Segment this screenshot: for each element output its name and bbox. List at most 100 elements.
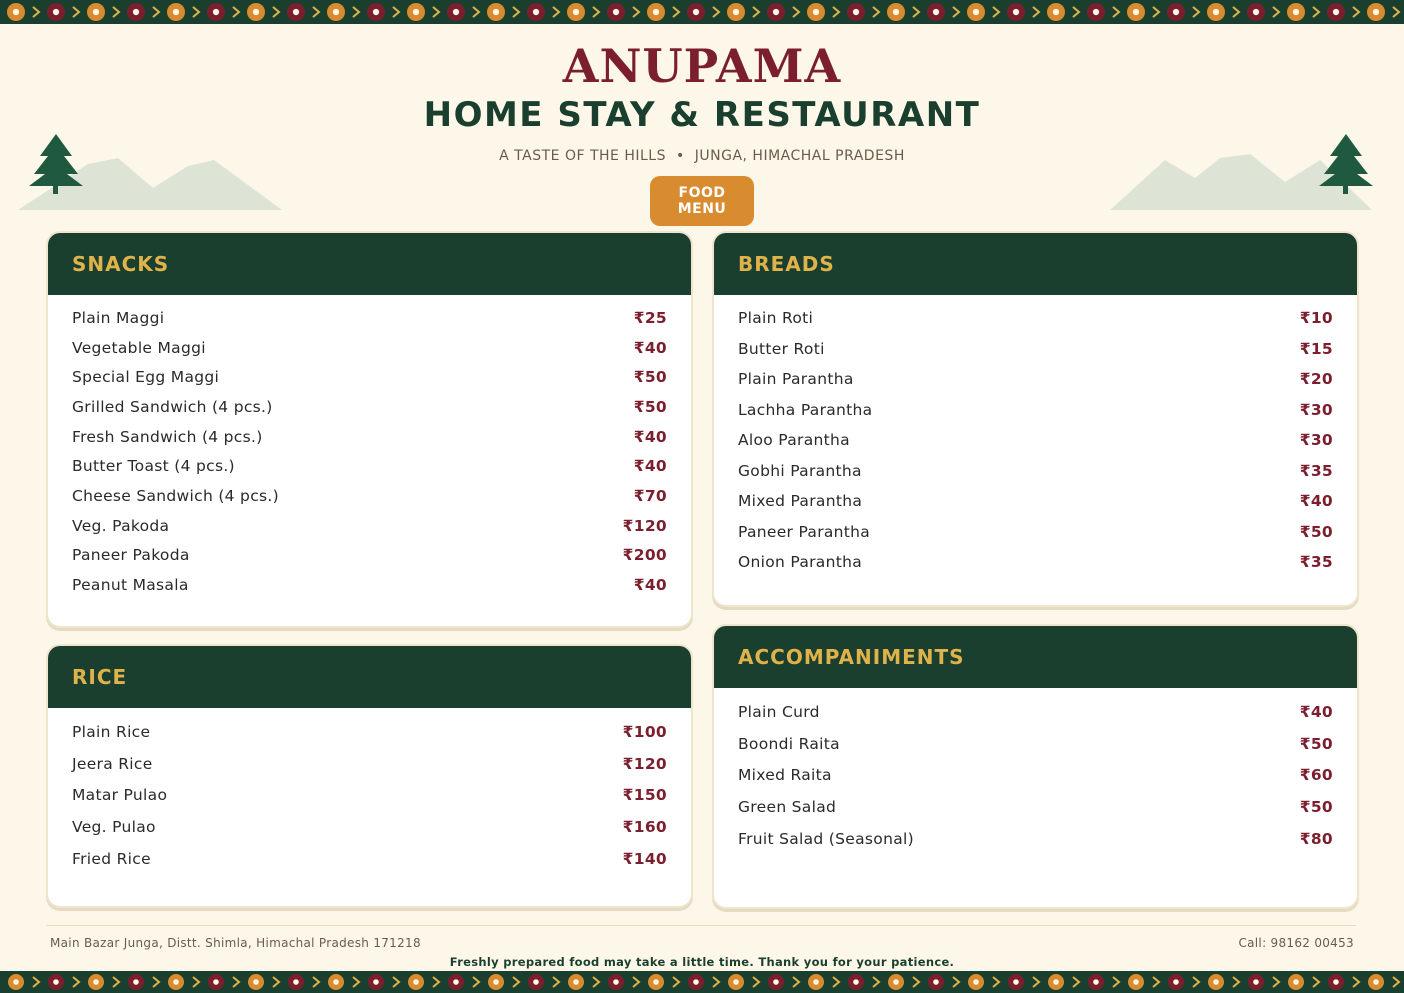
menu-item: Grilled Sandwich (4 pcs.) ₹50 (72, 392, 667, 422)
chevron-icon (912, 976, 921, 988)
item-price: ₹50 (1299, 734, 1333, 753)
section-title: SNACKS (72, 252, 170, 276)
chevron-icon (1152, 976, 1161, 988)
item-price: ₹50 (1299, 798, 1333, 817)
section-title: RICE (72, 665, 128, 689)
chevron-icon (592, 6, 601, 18)
chevron-icon (1312, 6, 1321, 18)
item-price: ₹20 (1299, 370, 1333, 389)
bottom-pattern-border (0, 971, 1404, 993)
menu-item: Plain Maggi ₹25 (72, 303, 667, 333)
item-name: Cheese Sandwich (4 pcs.) (72, 486, 279, 505)
chevron-icon (592, 976, 601, 988)
item-name: Matar Pulao (72, 786, 168, 805)
chevron-icon (512, 976, 521, 988)
item-name: Plain Rice (72, 722, 151, 741)
menu-item: Peanut Masala ₹40 (72, 570, 667, 600)
chevron-icon (632, 976, 641, 988)
chevron-icon (1112, 6, 1121, 18)
section-title: ACCOMPANIMENTS (738, 645, 965, 669)
section-header: SNACKS (48, 233, 691, 295)
chevron-icon (1192, 976, 1201, 988)
chevron-icon (552, 976, 561, 988)
chevron-icon (352, 976, 361, 988)
tagline: A TASTE OF THE HILLS • JUNGA, HIMACHAL PRA… (0, 148, 1404, 164)
section-header: ACCOMPANIMENTS (714, 626, 1357, 688)
menu-item: Green Salad ₹50 (738, 791, 1333, 823)
rice-section: RICE Plain Rice ₹100 Jeera Rice ₹120 Matar… (46, 644, 693, 908)
menu-item: Mixed Parantha ₹40 (738, 486, 1333, 517)
item-price: ₹40 (1299, 702, 1333, 721)
menu-item: Fresh Sandwich (4 pcs.) ₹40 (72, 422, 667, 452)
snacks-section: SNACKS Plain Maggi ₹25 Vegetable Maggi ₹40… (46, 231, 693, 628)
chevron-icon (312, 6, 321, 18)
item-price: ₹40 (1299, 492, 1333, 511)
pattern-dot-icon (8, 974, 1401, 990)
menu-item: Paneer Pakoda ₹200 (72, 541, 667, 571)
item-name: Mixed Raita (738, 766, 832, 785)
item-price: ₹50 (633, 368, 667, 387)
item-name: Boondi Raita (738, 734, 840, 753)
item-price: ₹150 (622, 786, 667, 805)
footer-divider (46, 925, 1356, 926)
item-price: ₹15 (1299, 339, 1333, 358)
chevron-icon (1032, 6, 1041, 18)
chevron-icon (1312, 976, 1321, 988)
item-name: Gobhi Parantha (738, 461, 862, 480)
chevron-icon (872, 976, 881, 988)
item-price: ₹70 (633, 486, 667, 505)
menu-item: Fried Rice ₹140 (72, 843, 667, 875)
chevron-icon (712, 6, 721, 18)
menu-list: Plain Roti ₹10 Butter Roti ₹15 Plain Paran… (714, 295, 1357, 578)
menu-item: Aloo Parantha ₹30 (738, 425, 1333, 456)
chevron-icon (1152, 6, 1161, 18)
item-price: ₹10 (1299, 309, 1333, 328)
chevron-icon (72, 6, 81, 18)
menu-list: Plain Maggi ₹25 Vegetable Maggi ₹40 Specia… (48, 295, 691, 600)
item-price: ₹60 (1299, 766, 1333, 785)
chevron-icon (32, 976, 41, 988)
item-price: ₹40 (633, 427, 667, 446)
menu-item: Boondi Raita ₹50 (738, 728, 1333, 760)
chevron-icon (472, 976, 481, 988)
item-name: Veg. Pakoda (72, 516, 170, 535)
chevron-icon (1232, 6, 1241, 18)
menu-item: Matar Pulao ₹150 (72, 779, 667, 811)
footer-address: Main Bazar Junga, Distt. Shimla, Himacha… (50, 936, 421, 950)
item-name: Plain Roti (738, 309, 814, 328)
menu-item: Mixed Raita ₹60 (738, 760, 1333, 792)
tagline-left: A TASTE OF THE HILLS (499, 148, 666, 164)
chevron-icon (832, 976, 841, 988)
item-price: ₹40 (633, 457, 667, 476)
tagline-separator: • (675, 148, 685, 164)
chevron-icon (992, 6, 1001, 18)
menu-header: ANUPAMA HOME STAY & RESTAURANT A TASTE O… (0, 36, 1404, 226)
section-title: BREADS (738, 252, 835, 276)
chevron-icon (752, 976, 761, 988)
chevron-icon (1192, 6, 1201, 18)
chevron-icon (192, 6, 201, 18)
chevron-icon (832, 6, 841, 18)
item-name: Special Egg Maggi (72, 368, 220, 387)
chevron-icon (952, 6, 961, 18)
menu-item: Plain Rice ₹100 (72, 716, 667, 748)
chevron-icon (272, 976, 281, 988)
chevron-icon (392, 6, 401, 18)
chevron-icon (1032, 976, 1041, 988)
section-header: BREADS (714, 233, 1357, 295)
menu-item: Jeera Rice ₹120 (72, 748, 667, 780)
item-name: Grilled Sandwich (4 pcs.) (72, 397, 273, 416)
chevron-icon (552, 6, 561, 18)
menu-list: Plain Rice ₹100 Jeera Rice ₹120 Matar Pula… (48, 708, 691, 874)
accompaniments-section: ACCOMPANIMENTS Plain Curd ₹40 Boondi Rait… (712, 624, 1359, 909)
chevron-icon (272, 6, 281, 18)
item-name: Fresh Sandwich (4 pcs.) (72, 427, 263, 446)
item-name: Plain Parantha (738, 370, 854, 389)
chevron-icon (432, 6, 441, 18)
chevron-icon (1352, 976, 1361, 988)
top-pattern-border (0, 0, 1404, 24)
menu-item: Onion Parantha ₹35 (738, 547, 1333, 578)
menu-item: Special Egg Maggi ₹50 (72, 362, 667, 392)
menu-list: Plain Curd ₹40 Boondi Raita ₹50 Mixed Rait… (714, 688, 1357, 855)
item-name: Paneer Parantha (738, 522, 871, 541)
